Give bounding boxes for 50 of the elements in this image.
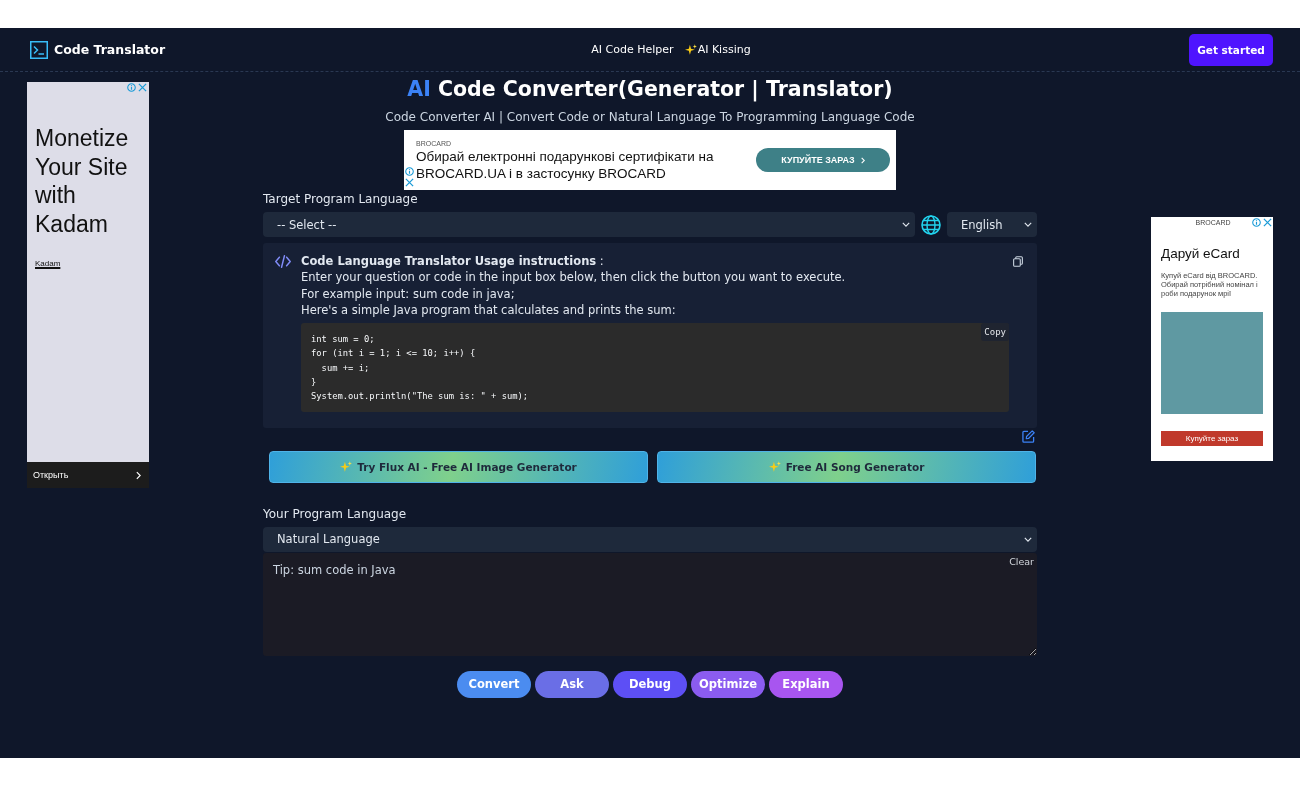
page-title: AI Code Converter(Generator | Translator) <box>406 76 894 102</box>
chevron-down-icon <box>1024 222 1032 227</box>
info-icon[interactable] <box>1252 218 1261 227</box>
site-logo[interactable]: Code Translator <box>54 42 166 57</box>
target-language-select[interactable]: -- Select -- <box>263 212 915 237</box>
close-icon[interactable] <box>138 83 147 92</box>
action-button[interactable]: Debug <box>613 670 687 698</box>
clear-button[interactable]: Clear <box>1009 555 1034 567</box>
action-button[interactable]: Explain <box>769 670 843 698</box>
action-button[interactable]: Optimize <box>691 670 765 698</box>
promo-button[interactable]: Try Flux AI - Free AI Image Generator <box>269 450 648 483</box>
chevron-right-icon <box>136 470 141 480</box>
ad-headline: Даруй eCard <box>1161 246 1241 262</box>
nav-link[interactable]: AI Kissing <box>684 43 751 56</box>
sparkle-icon <box>684 44 697 55</box>
instruction-text: For example input: sum code in java; <box>301 285 516 302</box>
globe-icon[interactable] <box>921 214 941 235</box>
close-icon[interactable] <box>1263 218 1272 227</box>
field-label: Your Program Language <box>263 505 408 523</box>
close-icon[interactable] <box>405 178 414 187</box>
ad-headline: Monetize Your Site with Kadam <box>35 124 130 239</box>
terminal-icon <box>30 40 48 59</box>
instruction-text: Here's a simple Java program that calculates and prints the sum: <box>301 301 677 319</box>
ad-buy-button[interactable]: Купуйте зараз <box>1161 431 1263 446</box>
info-icon[interactable] <box>405 167 414 176</box>
sparkle-icon <box>340 461 353 473</box>
instructions-title: Code Language Translator Usage instructions : <box>301 253 605 270</box>
ad-buy-button[interactable]: КУПУЙТЕ ЗАРАЗ <box>756 148 890 172</box>
ad-brand-link[interactable]: Kadam <box>35 258 61 268</box>
code-icon <box>275 255 291 268</box>
chevron-down-icon <box>1024 536 1032 542</box>
copy-code-button[interactable]: Copy <box>981 323 1009 342</box>
get-started-button[interactable]: Get started <box>1189 33 1273 66</box>
ad-open-button[interactable]: Открыть <box>27 462 149 488</box>
field-label: Target Program Language <box>263 191 419 208</box>
page-subtitle: Code Converter AI | Convert Code or Natural Language To Programming Language Code <box>384 109 916 126</box>
copy-icon[interactable] <box>1013 256 1023 267</box>
info-icon[interactable] <box>127 83 136 92</box>
sparkle-icon <box>768 461 781 473</box>
interface-language-select[interactable]: English <box>947 212 1037 237</box>
edit-icon[interactable] <box>1022 429 1035 443</box>
instruction-text: Enter your question or code in the input box below, then click the button you want to execute. <box>301 269 847 286</box>
action-button[interactable]: Ask <box>535 670 609 698</box>
ad-text: Обирай електронні подарункові сертифікати на BROCARD.UA і в застосунку BROCARD <box>416 147 715 182</box>
source-language-select[interactable]: Natural Language <box>263 526 1037 552</box>
chevron-right-icon <box>860 156 865 164</box>
promo-button[interactable]: Free AI Song Generator <box>657 450 1036 483</box>
code-text: int sum = 0; for (int i = 1; i <= 10; i++) { sum += i; } System.out.println("The sum is: " + sum); <box>311 333 529 404</box>
chevron-down-icon <box>902 222 910 227</box>
nav-link[interactable]: AI Code Helper <box>591 43 674 56</box>
